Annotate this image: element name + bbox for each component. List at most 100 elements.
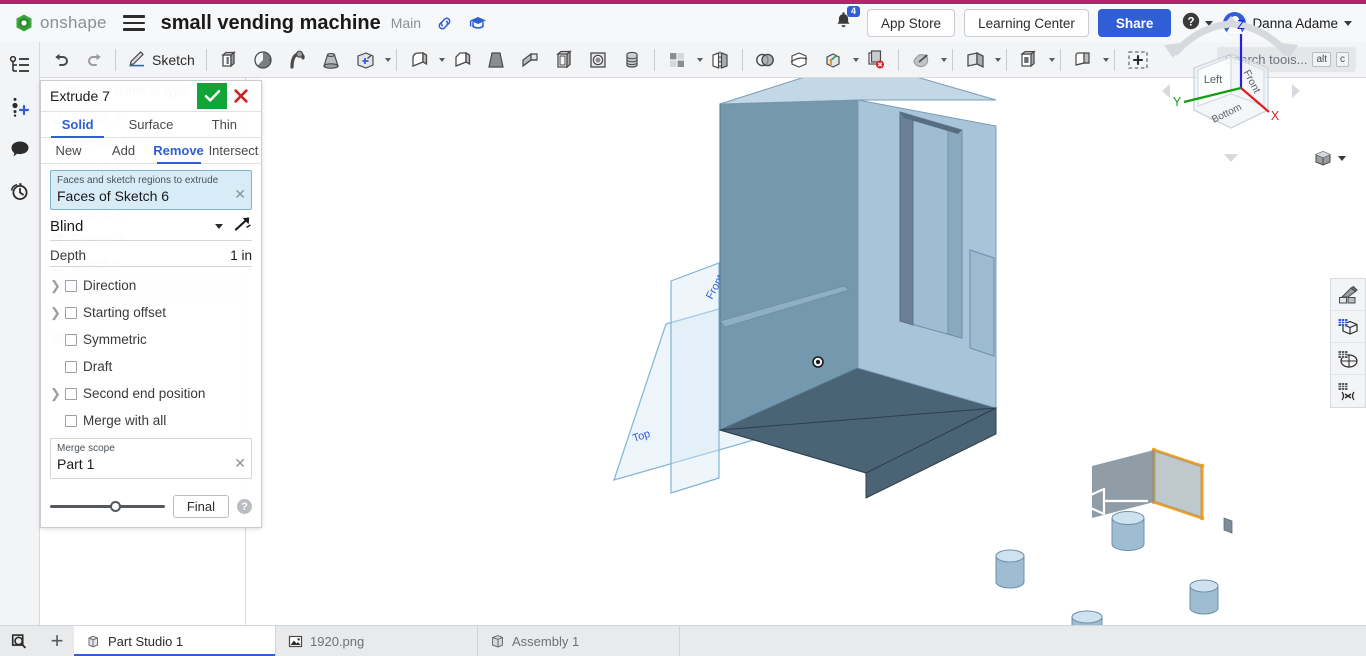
rollback-slider[interactable] [50,500,165,514]
draft-icon[interactable] [479,45,513,75]
model-foot-back-right[interactable] [1190,580,1218,614]
boolean-icon[interactable] [748,45,782,75]
onshape-logo[interactable]: onshape [14,13,107,33]
appearance-icon[interactable] [1331,279,1365,311]
model-foot-front-left[interactable] [996,550,1024,588]
slider-knob[interactable] [110,501,121,512]
checkbox[interactable] [65,280,77,292]
extrude-type-tab-solid[interactable]: Solid [41,112,114,137]
revolve-icon[interactable] [246,45,280,75]
x-clear-icon[interactable]: ✕ [234,186,246,203]
display-state-icon[interactable] [1331,311,1365,343]
move-face-icon[interactable] [904,45,938,75]
checkbox[interactable] [65,388,77,400]
front-reference-plane[interactable]: Front [671,263,727,493]
chevron-down-icon[interactable] [1338,156,1346,161]
link-icon[interactable] [435,14,454,33]
sheet-metal-icon[interactable] [1066,45,1100,75]
merge-scope-field[interactable]: Merge scope Part 1 ✕ [50,438,252,479]
fillet-icon[interactable] [402,45,436,75]
add-tab-button[interactable]: + [40,626,74,656]
chevron-right-icon[interactable]: ❯ [50,387,59,400]
thread-icon[interactable] [615,45,649,75]
chevron-right-icon[interactable]: ❯ [50,306,59,319]
plane-icon[interactable] [958,45,992,75]
learning-center-button[interactable]: Learning Center [964,9,1089,37]
extrude-option-starting-offset[interactable]: ❯Starting offset [50,299,252,326]
checkbox[interactable] [65,361,77,373]
chevron-down-icon[interactable] [215,224,223,229]
graduation-cap-icon[interactable] [468,14,488,32]
chevron-down-icon[interactable] [1103,58,1109,62]
chevron-down-icon[interactable] [385,58,391,62]
boundary-surface-icon[interactable] [348,45,382,75]
extrude-option-second-end-position[interactable]: ❯Second end position [50,380,252,407]
faces-selection-field[interactable]: Faces and sketch regions to extrude Face… [50,170,252,210]
depth-field[interactable]: Depth 1 in [50,248,252,267]
extrude-type-tab-surface[interactable]: Surface [114,112,187,137]
chevron-down-icon[interactable] [1049,58,1055,62]
extrude-icon[interactable] [212,45,246,75]
accept-button[interactable] [197,83,227,109]
chevron-right-icon[interactable]: ❯ [50,279,59,292]
split-icon[interactable] [782,45,816,75]
comment-bubble-icon[interactable] [7,136,33,162]
x-clear-icon[interactable]: ✕ [234,455,246,472]
document-tab-part-studio-1[interactable]: Part Studio 1 [74,626,276,656]
undo-arrow-icon[interactable] [46,45,78,75]
hole-icon[interactable] [581,45,615,75]
zoom-search-icon[interactable] [0,626,40,656]
document-title[interactable]: small vending machine [161,12,381,35]
measure-icon[interactable] [1331,375,1365,407]
extrude-option-symmetric[interactable]: Symmetric [50,326,252,353]
section-view-icon[interactable] [1331,343,1365,375]
feature-tree-icon[interactable] [7,52,33,78]
view-mode-selector[interactable] [1313,148,1346,168]
chevron-down-icon[interactable] [995,58,1001,62]
document-tab-assembly-1[interactable]: Assembly 1 [478,626,680,656]
cancel-button[interactable] [227,83,255,109]
chevron-down-icon[interactable] [941,58,947,62]
extrude-option-draft[interactable]: Draft [50,353,252,380]
transform-icon[interactable] [816,45,850,75]
rib-icon[interactable] [513,45,547,75]
sketch-button[interactable]: Sketch [121,45,201,75]
extrude-operation-tab-new[interactable]: New [41,138,96,163]
end-condition-select[interactable]: Blind [50,216,252,241]
derive-icon[interactable] [1012,45,1046,75]
extrude-operation-tab-intersect[interactable]: Intersect [206,138,261,163]
document-branch[interactable]: Main [391,15,421,31]
checkbox[interactable] [65,307,77,319]
question-help-icon[interactable]: ? [237,499,252,514]
hamburger-menu-icon[interactable] [123,15,145,31]
front-face-hole[interactable] [813,357,823,367]
history-clock-icon[interactable] [7,178,33,204]
view-cube[interactable]: Left Front Bottom Z Y X [1156,10,1306,170]
flip-direction-arrow-icon[interactable] [233,216,252,237]
model-foot-mid[interactable] [1112,512,1144,551]
delete-face-icon[interactable] [859,45,893,75]
extrude-type-tab-thin[interactable]: Thin [188,112,261,137]
model-foot-front-right[interactable] [1072,611,1102,625]
add-version-icon[interactable] [7,94,33,120]
shell-icon[interactable] [547,45,581,75]
insert-part-icon[interactable] [1120,45,1156,75]
pattern-icon[interactable] [660,45,694,75]
loft-icon[interactable] [314,45,348,75]
app-store-button[interactable]: App Store [867,9,955,37]
document-tab-1920-png[interactable]: 1920.png [276,626,478,656]
chamfer-icon[interactable] [445,45,479,75]
redo-arrow-icon[interactable] [78,45,110,75]
checkbox[interactable] [65,415,77,427]
sweep-icon[interactable] [280,45,314,75]
extrude-option-direction[interactable]: ❯Direction [50,272,252,299]
extrude-option-merge-with-all[interactable]: Merge with all [50,407,252,434]
extrude-operation-tab-remove[interactable]: Remove [151,138,206,163]
checkbox[interactable] [65,334,77,346]
mirror-icon[interactable] [703,45,737,75]
assembly-icon [490,634,505,649]
notifications-bell[interactable]: 4 [834,11,853,36]
extrude-operation-tab-add[interactable]: Add [96,138,151,163]
final-button[interactable]: Final [173,495,229,518]
right-face-door-recess [900,112,962,338]
